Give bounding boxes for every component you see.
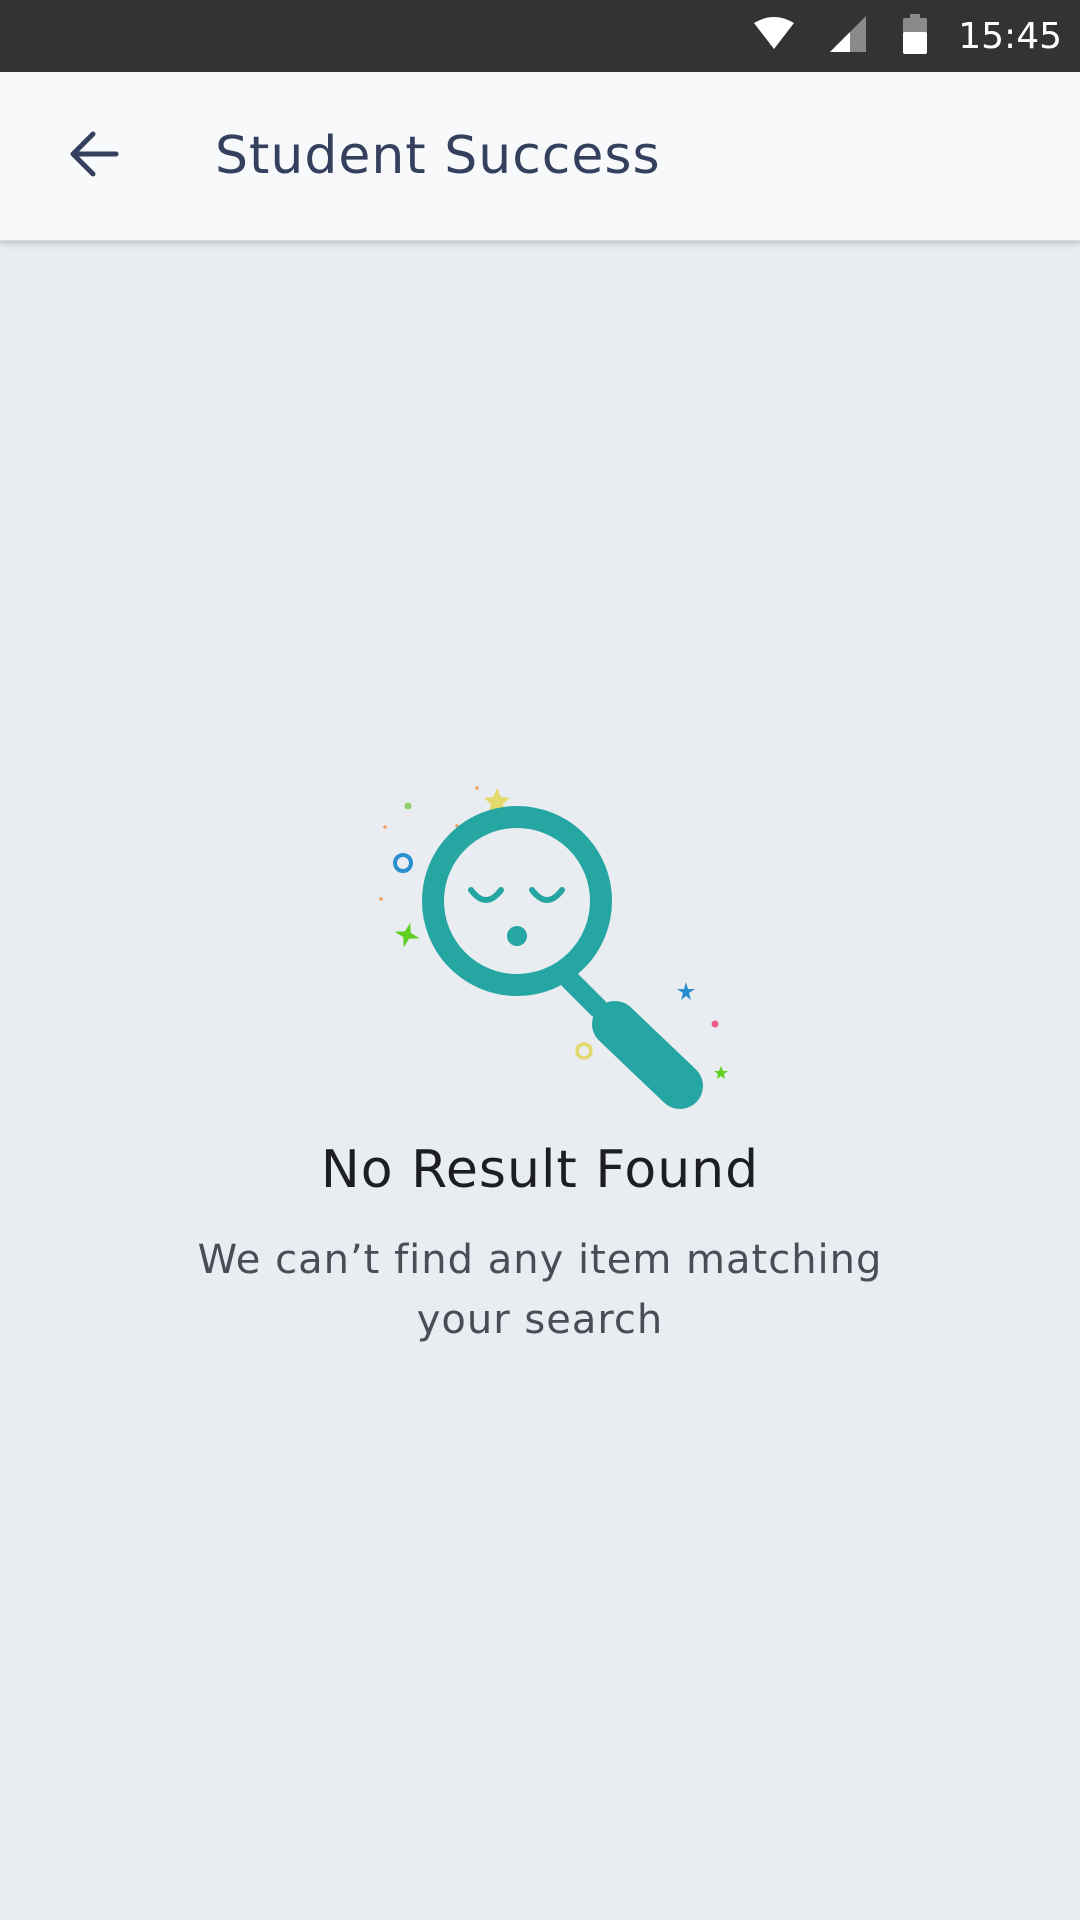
empty-state-message: We can’t find any item matching your sea…: [197, 1237, 883, 1343]
empty-state: No Result Found We can’t find any item m…: [0, 770, 1080, 1350]
status-bar: 15:45: [0, 0, 1080, 72]
status-icons: 15:45: [718, 0, 1062, 72]
empty-state-title: No Result Found: [320, 1140, 760, 1200]
arrow-left-icon: [66, 126, 122, 187]
page-title: Student Success: [215, 126, 661, 186]
wifi-icon: [754, 16, 795, 56]
battery-icon: [902, 13, 928, 59]
signal-icon: [830, 15, 867, 57]
back-button[interactable]: [60, 122, 128, 190]
sleepy-magnifier-icon: [379, 786, 728, 1109]
app-bar: Student Success: [0, 72, 1080, 241]
status-time: 15:45: [958, 15, 1062, 57]
